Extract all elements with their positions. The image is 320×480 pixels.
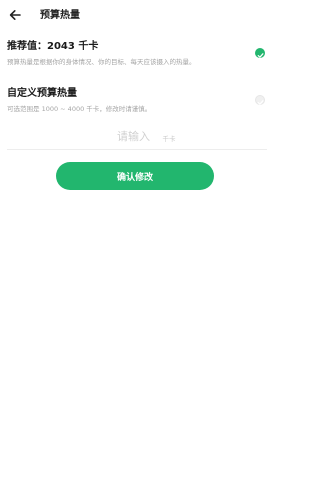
confirm-button[interactable]: 确认修改 [56, 162, 214, 190]
recommended-option[interactable]: 推荐值：2043 千卡 预算热量是根据你的身体情况、你的目标、每天应该摄入的热量… [7, 40, 269, 80]
custom-option-description: 可选范围是 1000 ~ 4000 千卡，修改时请谨慎。 [7, 105, 152, 113]
budget-calorie-page: 预算热量 推荐值：2043 千卡 预算热量是根据你的身体情况、你的目标、每天应该… [0, 0, 274, 480]
custom-option[interactable]: 自定义预算热量 可选范围是 1000 ~ 4000 千卡，修改时请谨慎。 [7, 87, 269, 127]
arrow-left-icon [9, 6, 21, 25]
header-bar: 预算热量 [0, 0, 274, 34]
page-title: 预算热量 [40, 10, 80, 21]
check-icon [257, 44, 264, 63]
custom-calorie-input-row: 千卡 [7, 124, 267, 150]
unit-label: 千卡 [162, 135, 176, 143]
back-button[interactable] [6, 6, 24, 24]
recommended-option-title: 推荐值：2043 千卡 [7, 41, 99, 52]
recommended-option-description: 预算热量是根据你的身体情况、你的目标、每天应该摄入的热量。 [7, 58, 196, 66]
check-icon [257, 91, 264, 110]
recommended-radio[interactable] [255, 48, 265, 58]
calorie-input[interactable] [98, 130, 169, 143]
custom-option-title: 自定义预算热量 [7, 88, 77, 99]
custom-radio[interactable] [255, 95, 265, 105]
